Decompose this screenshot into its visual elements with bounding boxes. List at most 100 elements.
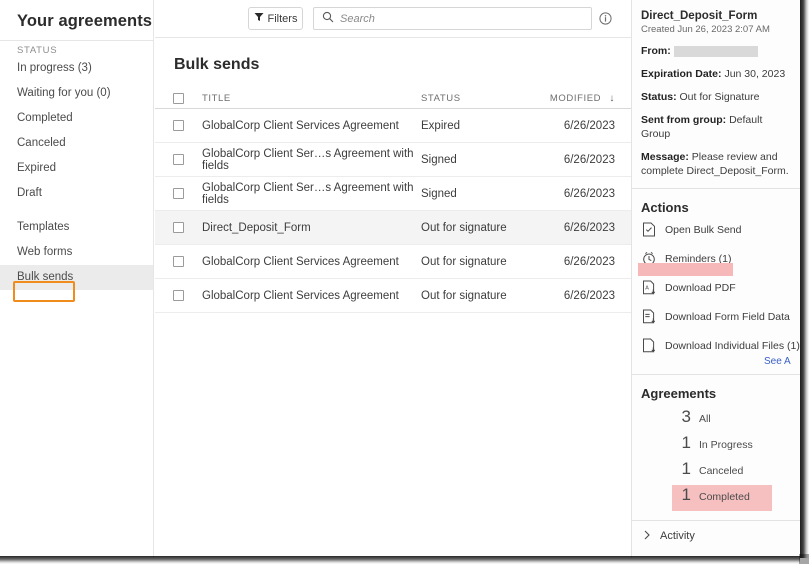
detail-header: Direct_Deposit_Form Created Jun 26, 2023… xyxy=(632,0,800,188)
file-download-icon xyxy=(642,338,656,353)
search-icon xyxy=(322,10,334,28)
actions-section: Actions Open Bulk Send Reminders (1) A D… xyxy=(632,189,800,360)
detail-expiration-value: Jun 30, 2023 xyxy=(724,68,786,80)
action-download-form-field-data[interactable]: Download Form Field Data xyxy=(632,302,800,331)
row-checkbox[interactable] xyxy=(173,188,184,199)
detail-group: Sent from group: Default Group xyxy=(632,104,800,141)
list-title: Bulk sends xyxy=(174,56,260,73)
agreements-count-label: Canceled xyxy=(699,465,744,477)
sort-descending-icon: ↓ xyxy=(609,92,615,104)
table-row-selected[interactable]: Direct_Deposit_Form Out for signature 6/… xyxy=(155,211,631,245)
document-check-icon xyxy=(642,222,656,237)
action-label: Download PDF xyxy=(665,281,736,294)
row-select-cell xyxy=(155,222,202,233)
action-label: Download Individual Files (1) xyxy=(665,339,800,352)
screenshot-root: Your agreements STATUS In progress (3) W… xyxy=(0,0,809,564)
table-row[interactable]: GlobalCorp Client Services Agreement Out… xyxy=(155,279,631,313)
screenshot-shadow-right xyxy=(800,0,809,558)
chevron-right-icon xyxy=(643,530,651,543)
sidebar-item-templates[interactable]: Templates xyxy=(0,215,153,240)
column-header-title[interactable]: TITLE xyxy=(202,93,421,104)
agreements-count-label: In Progress xyxy=(699,439,753,451)
detail-status-label: Status: xyxy=(641,91,677,103)
detail-created-date: Created Jun 26, 2023 2:07 AM xyxy=(641,24,770,35)
row-select-cell xyxy=(155,256,202,267)
table-row[interactable]: GlobalCorp Client Services Agreement Exp… xyxy=(155,109,631,143)
agreements-count-value: 1 xyxy=(681,459,691,478)
agreements-count-value: 1 xyxy=(681,485,691,504)
agreements-count-canceled[interactable]: 1 Canceled xyxy=(632,459,800,485)
row-modified: 6/26/2023 xyxy=(563,289,615,302)
action-label: Reminders (1) xyxy=(665,252,732,265)
detail-status: Status: Out for Signature xyxy=(632,81,800,104)
search-box[interactable] xyxy=(313,7,592,30)
select-all-checkbox[interactable] xyxy=(173,92,184,104)
see-all-link[interactable]: See A xyxy=(764,356,791,367)
sidebar-item-bulk-sends[interactable]: Bulk sends xyxy=(0,265,153,290)
detail-from: From: xyxy=(632,35,800,58)
detail-message: Message: Please review and complete Dire… xyxy=(632,141,800,188)
sidebar-item-canceled[interactable]: Canceled xyxy=(0,131,153,156)
sidebar-item-expired[interactable]: Expired xyxy=(0,156,153,181)
table-row[interactable]: GlobalCorp Client Ser…s Agreement with f… xyxy=(155,143,631,177)
agreements-section: Agreements 3 All 1 In Progress 1 Cancele… xyxy=(632,375,800,511)
status-section-label: STATUS xyxy=(17,45,58,56)
select-all-cell xyxy=(155,92,202,104)
column-header-status[interactable]: STATUS xyxy=(421,93,527,104)
actions-heading: Actions xyxy=(641,200,689,215)
sidebar-item-web-forms[interactable]: Web forms xyxy=(0,240,153,265)
row-modified: 6/26/2023 xyxy=(563,153,615,166)
row-status: Out for signature xyxy=(421,221,507,234)
activity-label: Activity xyxy=(660,530,695,542)
left-sidebar: Your agreements STATUS In progress (3) W… xyxy=(0,0,154,558)
agreements-count-in-progress[interactable]: 1 In Progress xyxy=(632,433,800,459)
table-row[interactable]: GlobalCorp Client Services Agreement Out… xyxy=(155,245,631,279)
sidebar-item-waiting-for-you[interactable]: Waiting for you (0) xyxy=(0,81,153,106)
row-checkbox[interactable] xyxy=(173,222,184,233)
row-checkbox[interactable] xyxy=(173,154,184,165)
agreements-count-completed[interactable]: 1 Completed xyxy=(672,485,772,511)
agreements-count-label: Completed xyxy=(699,491,750,503)
detail-message-label: Message: xyxy=(641,151,689,163)
row-title: GlobalCorp Client Services Agreement xyxy=(202,255,399,268)
action-open-bulk-send[interactable]: Open Bulk Send xyxy=(632,215,800,244)
agreements-heading: Agreements xyxy=(641,386,717,401)
toolbar: Filters xyxy=(155,0,631,38)
detail-document-name: Direct_Deposit_Form xyxy=(641,10,758,22)
sidebar-divider xyxy=(0,40,154,41)
main-content: Filters Bulk sends TITLE STATUS xyxy=(155,0,631,558)
sidebar-item-in-progress[interactable]: In progress (3) xyxy=(0,56,153,81)
row-checkbox[interactable] xyxy=(173,290,184,301)
row-checkbox[interactable] xyxy=(173,256,184,267)
table-row[interactable]: GlobalCorp Client Ser…s Agreement with f… xyxy=(155,177,631,211)
detail-expiration-label: Expiration Date: xyxy=(641,68,722,80)
detail-from-label: From: xyxy=(641,45,671,57)
info-icon[interactable] xyxy=(599,12,612,25)
row-status: Out for signature xyxy=(421,255,507,268)
page-title: Your agreements xyxy=(17,12,153,30)
filters-label: Filters xyxy=(267,12,298,25)
row-select-cell xyxy=(155,154,202,165)
action-download-pdf[interactable]: A Download PDF xyxy=(632,273,800,302)
row-modified: 6/26/2023 xyxy=(563,221,615,234)
column-header-modified[interactable]: MODIFIED ↓ xyxy=(527,93,615,104)
row-status: Expired xyxy=(421,119,460,132)
sidebar-item-completed[interactable]: Completed xyxy=(0,106,153,131)
row-select-cell xyxy=(155,290,202,301)
detail-status-value: Out for Signature xyxy=(679,91,760,103)
row-checkbox[interactable] xyxy=(173,120,184,131)
filters-button[interactable]: Filters xyxy=(248,7,303,30)
row-select-cell xyxy=(155,120,202,131)
search-input[interactable] xyxy=(340,12,583,25)
detail-group-label: Sent from group: xyxy=(641,114,727,126)
activity-expander[interactable]: Activity xyxy=(632,521,800,551)
action-reminders[interactable]: Reminders (1) xyxy=(632,244,800,273)
column-header-modified-label: MODIFIED xyxy=(549,92,602,104)
detail-from-redacted-value xyxy=(673,45,758,57)
agreements-count-all[interactable]: 3 All xyxy=(632,407,800,433)
row-status: Out for signature xyxy=(421,289,507,302)
agreements-count-value: 1 xyxy=(681,433,691,452)
sidebar-item-draft[interactable]: Draft xyxy=(0,181,153,206)
form-download-icon xyxy=(642,309,656,324)
